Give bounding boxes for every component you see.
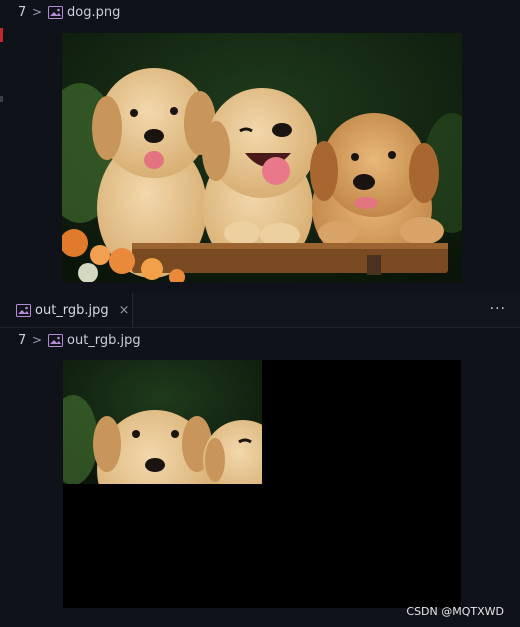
close-icon[interactable]: × <box>119 303 130 318</box>
tab-label: out_rgb.jpg <box>35 302 109 318</box>
breadcrumb: 7 > dog.png <box>0 0 520 24</box>
chevron-right-icon: > <box>32 5 43 19</box>
tab-out-rgb[interactable]: out_rgb.jpg × <box>0 293 133 327</box>
image-file-icon <box>48 5 63 20</box>
more-actions-icon[interactable]: ··· <box>490 301 506 317</box>
breadcrumb: 7 > out_rgb.jpg <box>0 328 520 352</box>
tab-bar: out_rgb.jpg × ··· <box>0 293 520 328</box>
output-image <box>63 360 461 608</box>
breadcrumb-filename[interactable]: dog.png <box>67 5 120 20</box>
breadcrumb-filename[interactable]: out_rgb.jpg <box>67 333 141 348</box>
accent-marker <box>0 28 3 42</box>
image-file-icon <box>16 303 31 318</box>
dog-image <box>62 33 462 282</box>
breadcrumb-number[interactable]: 7 <box>18 333 28 348</box>
image-editor-top: 7 > dog.png <box>0 0 520 293</box>
image-editor-bottom: out_rgb.jpg × ··· 7 > out_rgb.jpg CSDN @… <box>0 293 520 627</box>
watermark: CSDN @MQTXWD <box>406 605 504 618</box>
breadcrumb-number[interactable]: 7 <box>18 5 28 20</box>
image-file-icon <box>48 333 63 348</box>
chevron-right-icon: > <box>32 333 43 347</box>
scroll-marker <box>0 96 3 102</box>
